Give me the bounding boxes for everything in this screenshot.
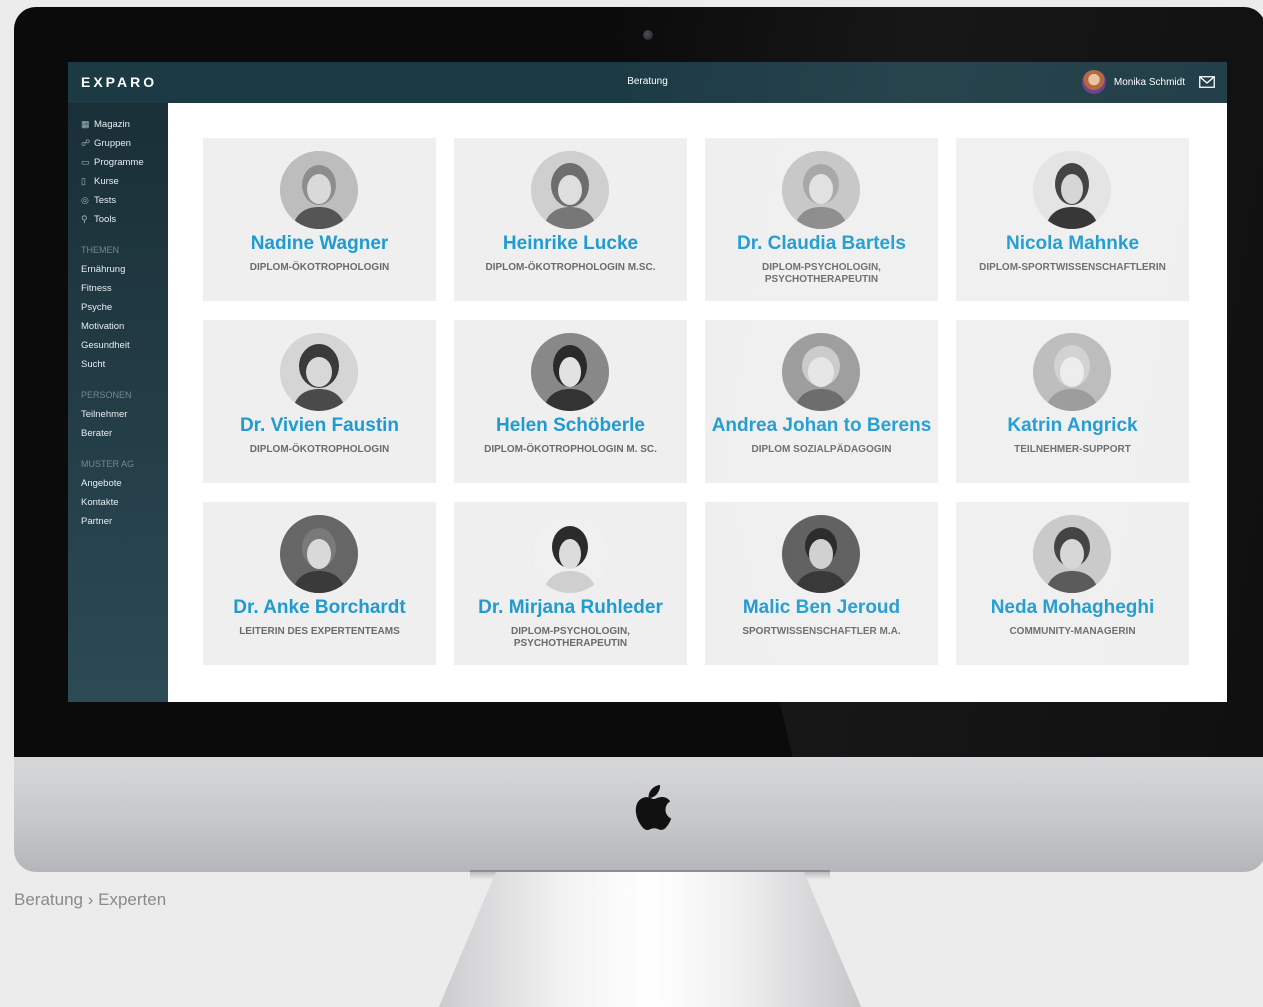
expert-photo (782, 151, 860, 229)
expert-role: COMMUNITY-MANAGERIN (1009, 626, 1136, 637)
sidebar-item-kontakte[interactable]: Kontakte (81, 497, 119, 508)
sidebar-item-berater[interactable]: Berater (81, 428, 112, 439)
sidebar-item-ernaehrung[interactable]: Ernährung (81, 264, 125, 275)
sidebar-item-fitness[interactable]: Fitness (81, 283, 112, 294)
user-name[interactable]: Monika Schmidt (1114, 77, 1185, 88)
sidebar-item-psyche[interactable]: Psyche (81, 302, 112, 313)
expert-name[interactable]: Andrea Johan to Berens (705, 415, 938, 437)
group-icon: ☍ (81, 138, 91, 148)
expert-name[interactable]: Neda Mohagheghi (956, 597, 1189, 619)
expert-photo (1033, 515, 1111, 593)
expert-name[interactable]: Dr. Anke Borchardt (203, 597, 436, 619)
expert-photo (1033, 333, 1111, 411)
expert-name[interactable]: Heinrike Lucke (454, 233, 687, 255)
expert-photo (782, 333, 860, 411)
expert-card[interactable]: Helen Schöberle DIPLOM-ÖKOTROPHOLOGIN M.… (454, 320, 687, 483)
sidebar-item-motivation[interactable]: Motivation (81, 321, 124, 332)
section-muster-ag: MUSTER AG (81, 459, 135, 469)
sidebar-item-angebote[interactable]: Angebote (81, 478, 122, 489)
expert-name[interactable]: Nadine Wagner (203, 233, 436, 255)
expert-role: TEILNEHMER-SUPPORT (1014, 444, 1131, 455)
expert-role: DIPLOM-ÖKOTROPHOLOGIN M.SC. (485, 262, 656, 273)
page-title: Beratung (627, 76, 668, 87)
expert-name[interactable]: Katrin Angrick (956, 415, 1189, 437)
expert-card[interactable]: Malic Ben Jeroud SPORTWISSENSCHAFTLER M.… (705, 502, 938, 665)
expert-role: DIPLOM-ÖKOTROPHOLOGIN M. SC. (484, 444, 657, 455)
mail-icon[interactable] (1199, 76, 1215, 88)
expert-card[interactable]: Andrea Johan to Berens DIPLOM SOZIALPÄDA… (705, 320, 938, 483)
sidebar-item-sucht[interactable]: Sucht (81, 359, 105, 370)
imac-stand (438, 872, 862, 1007)
expert-photo (280, 151, 358, 229)
expert-name[interactable]: Dr. Vivien Faustin (203, 415, 436, 437)
section-themen: THEMEN (81, 245, 119, 255)
expert-photo (531, 333, 609, 411)
sidebar-item-programme[interactable]: ▭ Programme (81, 157, 144, 168)
expert-card[interactable]: Dr. Claudia Bartels DIPLOM-PSYCHOLOGIN, … (705, 138, 938, 301)
expert-role: LEITERIN DES EXPERTENTEAMS (239, 626, 400, 637)
monitor-icon: ▭ (81, 157, 90, 167)
expert-name[interactable]: Dr. Mirjana Ruhleder (454, 597, 687, 619)
expert-role: DIPLOM-PSYCHOLOGIN, PSYCHOTHERAPEUTIN (511, 626, 630, 649)
expert-photo (782, 515, 860, 593)
expert-role: SPORTWISSENSCHAFTLER M.A. (742, 626, 901, 637)
apple-logo-icon (635, 785, 672, 831)
expert-card[interactable]: Heinrike Lucke DIPLOM-ÖKOTROPHOLOGIN M.S… (454, 138, 687, 301)
expert-name[interactable]: Nicola Mahnke (956, 233, 1189, 255)
expert-role: DIPLOM-SPORTWISSENSCHAFTLERIN (979, 262, 1166, 273)
section-personen: PERSONEN (81, 390, 132, 400)
grid-icon: ▦ (81, 119, 90, 129)
expert-card[interactable]: Nicola Mahnke DIPLOM-SPORTWISSENSCHAFTLE… (956, 138, 1189, 301)
expert-card[interactable]: Nadine Wagner DIPLOM-ÖKOTROPHOLOGIN (203, 138, 436, 301)
sidebar-item-gruppen[interactable]: ☍ Gruppen (81, 138, 131, 149)
expert-photo (531, 151, 609, 229)
expert-card[interactable]: Neda Mohagheghi COMMUNITY-MANAGERIN (956, 502, 1189, 665)
breadcrumb-caption: Beratung › Experten (14, 890, 167, 909)
check-circle-icon: ◎ (81, 195, 89, 205)
experts-grid: Nadine Wagner DIPLOM-ÖKOTROPHOLOGIN Hein… (168, 103, 1227, 702)
expert-card[interactable]: Dr. Mirjana Ruhleder DIPLOM-PSYCHOLOGIN,… (454, 502, 687, 665)
expert-card[interactable]: Katrin Angrick TEILNEHMER-SUPPORT (956, 320, 1189, 483)
expert-photo (280, 515, 358, 593)
tool-icon: ⚲ (81, 214, 88, 224)
camera-icon (643, 30, 653, 40)
expert-name[interactable]: Malic Ben Jeroud (705, 597, 938, 619)
expert-role: DIPLOM-PSYCHOLOGIN, PSYCHOTHERAPEUTIN (762, 262, 881, 285)
sidebar-item-tools[interactable]: ⚲ Tools (81, 214, 116, 225)
expert-photo (280, 333, 358, 411)
expert-photo (531, 515, 609, 593)
top-bar: EXPARO Beratung Monika Schmidt (68, 62, 1227, 103)
sidebar-item-magazin[interactable]: ▦ Magazin (81, 119, 130, 130)
expert-role: DIPLOM-ÖKOTROPHOLOGIN (249, 444, 390, 455)
sidebar-item-tests[interactable]: ◎ Tests (81, 195, 116, 206)
user-menu[interactable]: Monika Schmidt (1081, 70, 1215, 94)
sidebar-item-kurse[interactable]: ▯ Kurse (81, 176, 119, 187)
expert-role: DIPLOM SOZIALPÄDAGOGIN (751, 444, 892, 455)
expert-name[interactable]: Helen Schöberle (454, 415, 687, 437)
expert-role: DIPLOM-ÖKOTROPHOLOGIN (249, 262, 390, 273)
avatar[interactable] (1081, 70, 1106, 94)
sidebar-item-teilnehmer[interactable]: Teilnehmer (81, 409, 127, 420)
sidebar-item-gesundheit[interactable]: Gesundheit (81, 340, 130, 351)
app-screen: EXPARO Beratung Monika Schmidt ▦ Magazin… (68, 62, 1227, 702)
expert-name[interactable]: Dr. Claudia Bartels (705, 233, 938, 255)
book-icon: ▯ (81, 176, 86, 186)
sidebar: ▦ Magazin ☍ Gruppen ▭ Programme ▯ Kurse … (68, 103, 168, 702)
expert-card[interactable]: Dr. Anke Borchardt LEITERIN DES EXPERTEN… (203, 502, 436, 665)
expert-card[interactable]: Dr. Vivien Faustin DIPLOM-ÖKOTROPHOLOGIN (203, 320, 436, 483)
expert-photo (1033, 151, 1111, 229)
sidebar-item-partner[interactable]: Partner (81, 516, 112, 527)
